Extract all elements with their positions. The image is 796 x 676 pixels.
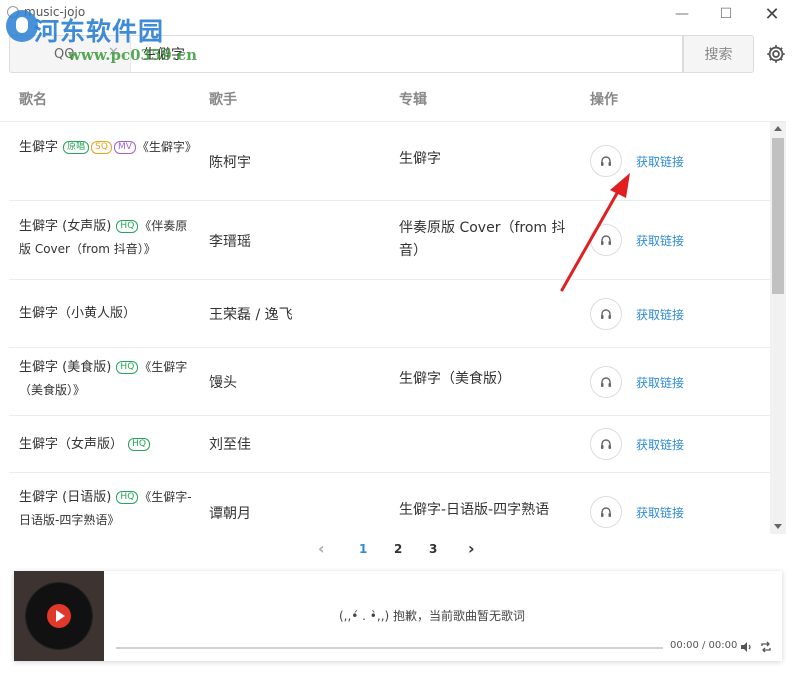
maximize-button[interactable]: ☐ (706, 2, 746, 26)
header-name: 歌名 (19, 92, 47, 108)
get-link-button[interactable]: 获取链接 (636, 232, 684, 249)
headphones-icon (601, 439, 611, 449)
headphones-icon (601, 377, 611, 387)
song-name: 生僻字 (女声版) (19, 219, 112, 234)
pagination: ‹ 1 2 3 › (0, 534, 786, 566)
singer: 馒头 (209, 375, 237, 391)
listen-button[interactable] (590, 428, 622, 460)
get-link-button[interactable]: 获取链接 (636, 306, 684, 323)
headphones-icon (601, 156, 611, 166)
song-name: 生僻字（女声版） (19, 437, 124, 452)
get-link-button[interactable]: 获取链接 (636, 436, 684, 453)
minimize-button[interactable]: — (662, 2, 702, 26)
tag-mv: MV (113, 141, 136, 154)
song-name-cell: 生僻字（小黄人版） (19, 302, 199, 325)
get-link-button[interactable]: 获取链接 (636, 374, 684, 391)
song-name-cell: 生僻字 (女声版) HQ 《伴奏原版 Cover（from 抖音）》 (19, 215, 199, 261)
tag-hq: HQ (116, 361, 139, 374)
next-page-button[interactable]: › (468, 539, 475, 558)
close-button[interactable]: ✕ (752, 2, 792, 26)
scroll-down-arrow-icon[interactable] (774, 524, 782, 529)
table-header: 歌名 歌手 专辑 操作 (0, 78, 786, 122)
song-name-cell: 生僻字 (美食版) HQ 《生僻字（美食版）》 (19, 356, 199, 402)
tag-sq: SQ (91, 141, 112, 154)
gear-icon[interactable] (765, 43, 787, 65)
progress-bar[interactable] (116, 647, 663, 649)
song-name-cell: 生僻字 (日语版) HQ 《生僻字-日语版-四字熟语》 (19, 486, 199, 532)
singer: 陈柯宇 (209, 155, 251, 171)
prev-page-button[interactable]: ‹ (318, 539, 325, 558)
song-name: 生僻字 (美食版) (19, 360, 112, 375)
album: 生僻字-日语版-四字熟语 (399, 502, 550, 518)
lyric-message: (,,•́ . •̀,,) 抱歉，当前歌曲暂无歌词 (338, 609, 526, 623)
song-name: 生僻字 (日语版) (19, 490, 112, 505)
watermark-title: 河东软件园 (34, 17, 165, 46)
table-row[interactable]: 生僻字 (日语版) HQ 《生僻字-日语版-四字熟语》 谭朝月 生僻字-日语版-四… (9, 473, 770, 534)
table-row[interactable]: 生僻字 (美食版) HQ 《生僻字（美食版）》 馒头 生僻字（美食版） 获取链接 (9, 348, 770, 416)
table-row[interactable]: 生僻字 原唱 SQ MV 《生僻字》 陈柯宇 生僻字 获取链接 (9, 122, 770, 201)
page-2[interactable]: 2 (394, 542, 402, 556)
play-button[interactable] (47, 604, 71, 628)
song-list: 生僻字 原唱 SQ MV 《生僻字》 陈柯宇 生僻字 获取链接 生僻字 (女声版) H… (9, 122, 770, 534)
singer: 李瑨瑶 (209, 234, 251, 250)
watermark-url: www.pc0359.cn (68, 46, 198, 64)
tag-hq: HQ (116, 491, 139, 504)
song-name-cell: 生僻字（女声版） HQ (19, 433, 199, 456)
headphones-icon (601, 507, 611, 517)
listen-button[interactable] (590, 298, 622, 330)
search-input[interactable] (130, 35, 683, 73)
song-name-cell: 生僻字 原唱 SQ MV 《生僻字》 (19, 136, 199, 159)
listen-button[interactable] (590, 366, 622, 398)
tag-hq: HQ (116, 220, 139, 233)
search-button[interactable]: 搜索 (683, 35, 754, 73)
table-row[interactable]: 生僻字（女声版） HQ 刘至佳 获取链接 (9, 416, 770, 473)
headphones-icon (601, 235, 611, 245)
page-3[interactable]: 3 (429, 542, 437, 556)
album-cover (14, 571, 104, 661)
tag-hq: HQ (128, 438, 151, 451)
table-row[interactable]: 生僻字 (女声版) HQ 《伴奏原版 Cover（from 抖音）》 李瑨瑶 伴奏… (9, 201, 770, 280)
page-1[interactable]: 1 (359, 542, 367, 556)
speaker-icon[interactable] (740, 641, 752, 653)
time-display: 00:00 / 00:00 (670, 640, 738, 651)
listen-button[interactable] (590, 496, 622, 528)
get-link-button[interactable]: 获取链接 (636, 153, 684, 170)
song-name: 生僻字 (19, 140, 59, 155)
tag-original: 原唱 (63, 141, 90, 154)
get-link-button[interactable]: 获取链接 (636, 504, 684, 521)
album: 生僻字 (399, 151, 441, 167)
listen-button[interactable] (590, 224, 622, 256)
singer: 刘至佳 (209, 437, 251, 453)
album: 生僻字（美食版） (399, 371, 511, 387)
header-singer: 歌手 (209, 92, 237, 108)
headphones-icon (601, 309, 611, 319)
header-album: 专辑 (399, 92, 427, 108)
player-bar: (,,•́ . •̀,,) 抱歉，当前歌曲暂无歌词 00:00 / 00:00 (14, 571, 782, 661)
listen-button[interactable] (590, 145, 622, 177)
repeat-icon[interactable] (760, 641, 772, 653)
song-name: 生僻字（小黄人版） (19, 306, 137, 321)
song-subtitle: 《生僻字》 (136, 140, 197, 154)
table-row[interactable]: 生僻字（小黄人版） 王荣磊 / 逸飞 获取链接 (9, 280, 770, 348)
vertical-scrollbar[interactable] (770, 122, 786, 534)
scroll-up-arrow-icon[interactable] (774, 126, 782, 131)
singer: 王荣磊 / 逸飞 (209, 307, 293, 323)
album: 伴奏原版 Cover（from 抖音） (399, 220, 566, 259)
singer: 谭朝月 (209, 506, 251, 522)
header-action: 操作 (590, 92, 618, 108)
scroll-thumb[interactable] (772, 138, 784, 294)
